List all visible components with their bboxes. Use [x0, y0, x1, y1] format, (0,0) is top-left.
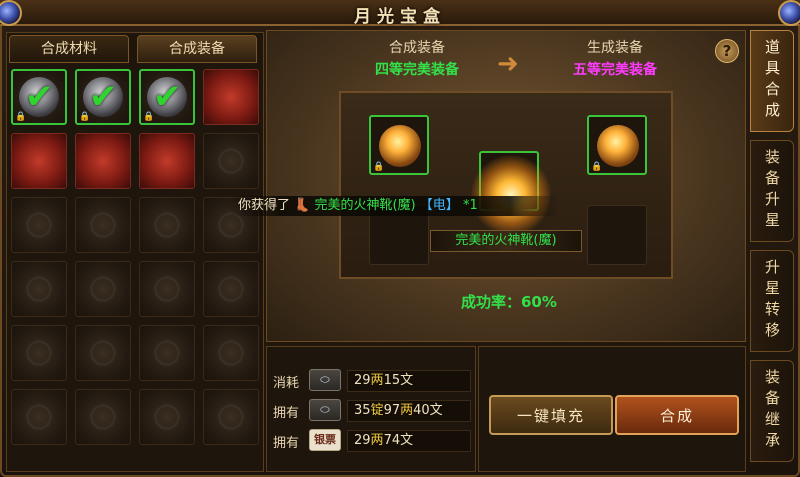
side-tab-equip-star-up[interactable]: 装备升星 [750, 140, 794, 242]
inventory-slot-empty[interactable] [203, 325, 259, 381]
inventory-slot[interactable]: ✔ 🔒 [11, 69, 67, 125]
inventory-slot-empty[interactable] [11, 261, 67, 317]
toast-tag: 【电】 [419, 198, 459, 213]
input-label: 合成装备 [389, 40, 445, 56]
acquired-toast: 你获得了 👢 完美的火神靴(魔) 【电】 *1 [230, 196, 560, 216]
inventory-slot-empty[interactable] [11, 389, 67, 445]
banknote-icon: 银票 [309, 429, 341, 451]
input-equipment-slot[interactable]: 🔒 [369, 115, 429, 175]
inventory-slot[interactable] [75, 133, 131, 189]
craft-button[interactable]: 合成 [615, 395, 739, 435]
cost-value: 29两15文 [347, 370, 471, 392]
weapon-icon [379, 125, 421, 167]
inventory-slot[interactable] [11, 133, 67, 189]
tab-equipment[interactable]: 合成装备 [137, 35, 257, 63]
crafting-glow-effect [471, 155, 551, 235]
side-tab-star-transfer[interactable]: 升星转移 [750, 250, 794, 352]
result-item-name: 完美的火神靴(魔) [430, 230, 582, 252]
inventory-panel: 合成材料 合成装备 ✔ 🔒 ✔ 🔒 ✔ 🔒 [6, 32, 264, 472]
check-icon: ✔ [89, 77, 118, 117]
inventory-slot-empty[interactable] [11, 197, 67, 253]
inventory-slot-empty[interactable] [75, 389, 131, 445]
inventory-slot[interactable] [203, 69, 259, 125]
boot-icon: 👢 [294, 198, 311, 213]
cost-row-consume: 消耗 ⬭ 29两15文 [273, 369, 473, 393]
output-label: 生成装备 [587, 40, 643, 56]
inventory-slot-empty[interactable] [203, 133, 259, 189]
check-icon: ✔ [25, 77, 54, 117]
inventory-slot[interactable] [139, 133, 195, 189]
side-tab-item-craft[interactable]: 道具合成 [750, 30, 794, 132]
success-rate: 成功率：60% [461, 293, 557, 311]
inventory-slot[interactable]: ✔ 🔒 [139, 69, 195, 125]
check-icon: ✔ [153, 77, 182, 117]
cost-row-owned-banknote: 拥有 银票 29两74文 [273, 429, 473, 453]
inventory-slot-empty[interactable] [139, 389, 195, 445]
cost-label: 拥有 [273, 406, 300, 421]
cost-label: 消耗 [273, 376, 300, 391]
auto-fill-button[interactable]: 一键填充 [489, 395, 613, 435]
output-equipment-slot[interactable] [587, 205, 647, 265]
silver-icon: ⬭ [309, 369, 341, 391]
inventory-slot-empty[interactable] [75, 197, 131, 253]
gem-ornament-icon [778, 0, 800, 26]
inventory-slot[interactable]: ✔ 🔒 [75, 69, 131, 125]
inventory-slot-empty[interactable] [11, 325, 67, 381]
lock-icon: 🔒 [15, 112, 27, 122]
inventory-slot-empty[interactable] [139, 261, 195, 317]
output-tier: 五等完美装备 [573, 62, 657, 78]
armor-icon [597, 125, 639, 167]
help-button[interactable]: ? [715, 39, 739, 63]
lock-icon: 🔒 [591, 162, 603, 172]
silver-icon: ⬭ [309, 399, 341, 421]
title-bar: 月光宝盒 [0, 0, 800, 27]
inventory-slot-empty[interactable] [139, 325, 195, 381]
tab-materials[interactable]: 合成材料 [9, 35, 129, 63]
cost-value: 29两74文 [347, 430, 471, 452]
cost-value: 35锭97两40文 [347, 400, 471, 422]
toast-count: *1 [462, 198, 478, 213]
toast-item: 完美的火神靴(魔) [314, 198, 416, 213]
inventory-slot-empty[interactable] [75, 261, 131, 317]
lock-icon: 🔒 [79, 112, 91, 122]
inventory-slot-empty[interactable] [75, 325, 131, 381]
toast-prefix: 你获得了 [238, 198, 291, 213]
input-tier: 四等完美装备 [375, 62, 459, 78]
inventory-slot-empty[interactable] [139, 197, 195, 253]
cost-row-owned-silver: 拥有 ⬭ 35锭97两40文 [273, 399, 473, 423]
cost-panel: 消耗 ⬭ 29两15文 拥有 ⬭ 35锭97两40文 拥有 银票 29两74文 [266, 346, 476, 472]
arrow-right-icon: ➜ [497, 49, 519, 79]
side-tab-equip-inherit[interactable]: 装备继承 [750, 360, 794, 462]
side-tabs: 道具合成 装备升星 升星转移 装备继承 [750, 30, 796, 472]
action-panel: 一键填充 合成 [478, 346, 746, 472]
output-equipment-slot[interactable]: 🔒 [587, 115, 647, 175]
cost-label: 拥有 [273, 436, 300, 451]
lock-icon: 🔒 [373, 162, 385, 172]
inventory-slot-empty[interactable] [203, 389, 259, 445]
window-title: 月光宝盒 [354, 7, 446, 27]
crafting-panel: 合成装备 四等完美装备 ➜ 生成装备 五等完美装备 ? 🔒 🔒 成功率：60% [266, 30, 746, 342]
lock-icon: 🔒 [143, 112, 155, 122]
inventory-slot-empty[interactable] [203, 261, 259, 317]
